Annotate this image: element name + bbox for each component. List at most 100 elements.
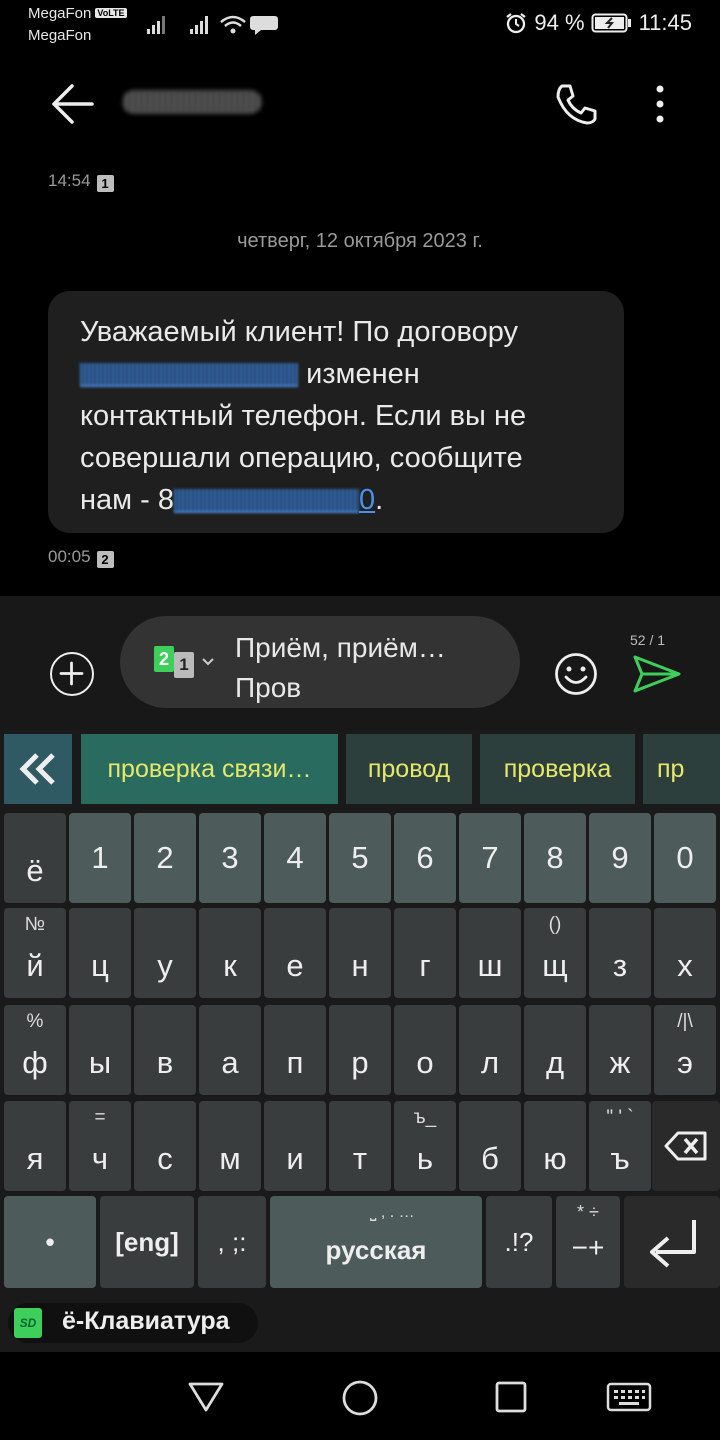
back-button[interactable] [48,78,96,130]
message-bubble[interactable]: Уважаемый клиент! По договору изменен ко… [48,291,624,533]
key-digit-3[interactable]: 3 [199,813,261,903]
math-key-hint: * ÷ [577,1202,599,1222]
key-letter[interactable]: х [654,908,716,998]
key-letter[interactable]: с [134,1101,196,1191]
key-letter[interactable]: () щ [524,908,586,998]
attach-button[interactable] [50,652,94,696]
key-label: 1 [91,840,109,875]
more-options-button[interactable] [640,80,680,130]
key-label: й [26,948,44,983]
signal-icon [147,15,278,35]
key-letter[interactable]: /|\ э [654,1005,716,1095]
key-digit-5[interactable]: 5 [329,813,391,903]
key-letter[interactable]: о [394,1005,456,1095]
key-digit-4[interactable]: 4 [264,813,326,903]
key-label: н [351,948,369,983]
send-button[interactable] [632,654,682,694]
phone-number-link-redacted[interactable] [173,489,359,513]
key-letter[interactable]: ю [524,1101,586,1191]
key-label: м [219,1141,241,1176]
key-letter[interactable]: № й [4,908,66,998]
key-letter[interactable]: ш [459,908,521,998]
math-key[interactable]: * ÷ −+ [556,1196,620,1288]
key-label: ц [91,948,109,983]
sim-selector[interactable]: 2 1 [154,646,214,680]
key-letter[interactable]: п [264,1005,326,1095]
key-digit-8[interactable]: 8 [524,813,586,903]
key-yo[interactable]: ё [4,813,66,903]
key-digit-0[interactable]: 0 [654,813,716,903]
message-input[interactable]: 2 1 Приём, приём… Пров [120,616,520,708]
dot-key[interactable]: • [4,1196,96,1288]
english-layout-key[interactable]: [eng] [100,1196,194,1288]
message-text: Уважаемый клиент! По договору изменен ко… [80,311,610,521]
collapse-suggestions-button[interactable] [4,734,72,804]
key-letter[interactable]: з [589,908,651,998]
key-letter[interactable]: = ч [69,1101,131,1191]
key-letter[interactable]: ж [589,1005,651,1095]
key-hint: = [94,1107,106,1128]
punctuation-key[interactable]: , ;: [198,1196,266,1288]
status-bar: MegaFon VoLTE MegaFon 94 % 11:45 [0,0,720,50]
prev-message-meta: 14:54 1 [48,171,114,192]
keyboard-icon [606,1382,652,1412]
key-letter[interactable]: в [134,1005,196,1095]
enter-key[interactable] [624,1196,720,1288]
contract-number-link-redacted[interactable] [80,363,298,387]
nav-keyboard-button[interactable] [606,1382,652,1417]
key-letter[interactable]: и [264,1101,326,1191]
suggestion-3[interactable]: проверка [480,734,635,804]
key-digit-2[interactable]: 2 [134,813,196,903]
key-letter[interactable]: к [199,908,261,998]
phone-number-link-end[interactable]: 0 [359,484,375,516]
nav-recents-button[interactable] [494,1380,530,1421]
key-letter[interactable]: у [134,908,196,998]
key-letter[interactable]: ъ_ ь [394,1101,456,1191]
key-letter[interactable]: г [394,908,456,998]
key-letter[interactable]: " ' ` ъ [589,1101,651,1191]
emoji-button[interactable] [554,652,598,696]
suggestion-1[interactable]: проверка связи… [81,734,338,804]
date-divider: четверг, 12 октября 2023 г. [237,230,483,252]
key-label: р [351,1045,369,1080]
phone-icon [556,84,597,125]
key-label: 3 [221,840,239,875]
key-digit-6[interactable]: 6 [394,813,456,903]
key-letter[interactable]: т [329,1101,391,1191]
key-letter[interactable]: е [264,908,326,998]
sim-1-icon: 1 [179,655,189,674]
suggestion-2[interactable]: провод [346,734,472,804]
key-letter[interactable]: д [524,1005,586,1095]
key-digit-7[interactable]: 7 [459,813,521,903]
message-line: изменен [80,353,610,395]
key-label: х [677,948,693,983]
key-letter[interactable]: р [329,1005,391,1095]
key-hint: % [26,1011,44,1032]
key-label: 9 [611,840,629,875]
message-line: совершали операцию, сообщите [80,442,523,474]
input-line: Пров [235,672,302,703]
key-letter[interactable]: ы [69,1005,131,1095]
key-digit-9[interactable]: 9 [589,813,651,903]
key-digit-1[interactable]: 1 [69,813,131,903]
space-key[interactable]: ⎵ , . … русская [270,1196,482,1288]
key-letter[interactable]: ц [69,908,131,998]
key-letter[interactable]: % ф [4,1005,66,1095]
circle-home-icon [342,1380,378,1416]
exclamation-key[interactable]: .!? [486,1196,552,1288]
suggestion-4[interactable]: пр [643,734,720,804]
nav-home-button[interactable] [340,1378,380,1423]
sim-2-icon: 2 [154,646,174,672]
sim-badge: 2 [96,551,114,568]
key-letter[interactable]: б [459,1101,521,1191]
key-letter[interactable]: н [329,908,391,998]
key-letter[interactable]: а [199,1005,261,1095]
key-letter[interactable]: м [199,1101,261,1191]
nav-back-button[interactable] [186,1378,226,1419]
key-letter[interactable]: я [4,1101,66,1191]
math-key-label: −+ [571,1232,605,1263]
backspace-key[interactable] [652,1101,720,1191]
contact-name-redacted [122,90,262,114]
key-letter[interactable]: л [459,1005,521,1095]
call-button[interactable] [550,78,602,130]
